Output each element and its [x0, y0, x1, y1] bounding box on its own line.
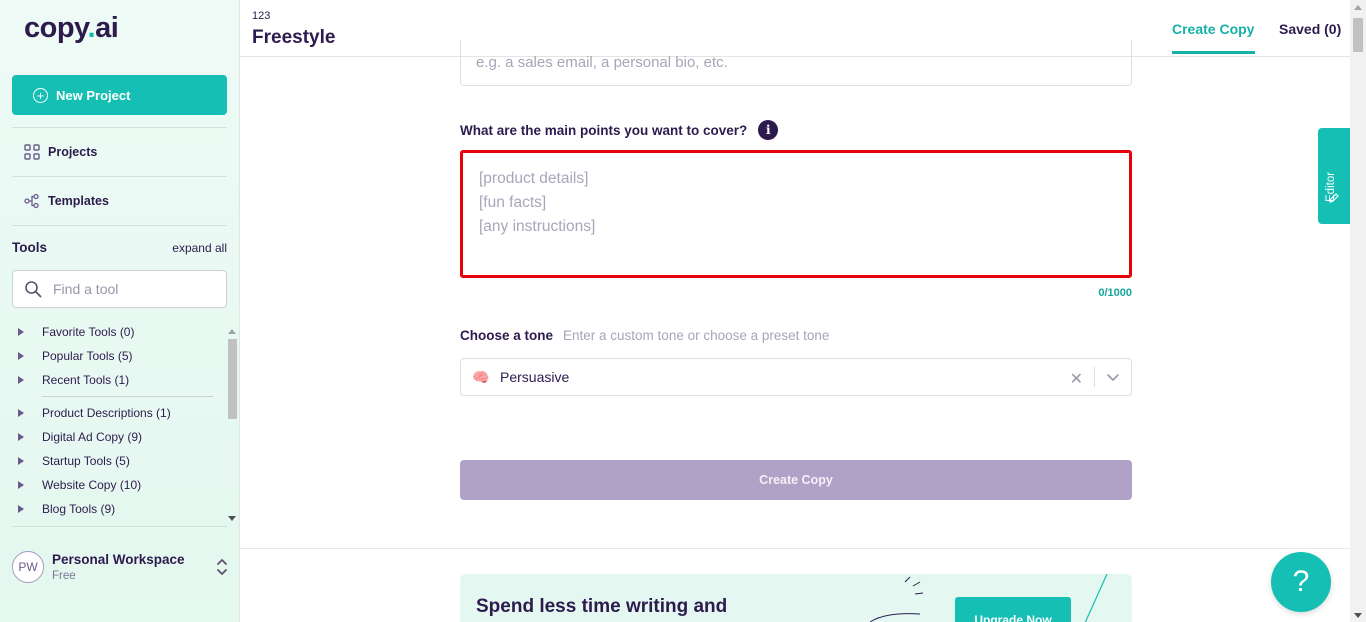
workspace-switcher[interactable]: PW Personal Workspace Free	[12, 545, 232, 589]
brain-icon: 🧠	[472, 368, 490, 385]
caret-right-icon	[18, 352, 24, 360]
scroll-thumb[interactable]	[1353, 18, 1363, 52]
help-button[interactable]: ?	[1271, 552, 1331, 612]
scroll-down-arrow-icon[interactable]	[1354, 613, 1362, 618]
main-points-label-row: What are the main points you want to cov…	[460, 120, 779, 140]
plus-circle-icon: +	[33, 87, 48, 103]
tool-group-label: Product Descriptions (1)	[42, 406, 171, 420]
description-input[interactable]: e.g. a sales email, a personal bio, etc.	[460, 40, 1132, 86]
sidebar-item-projects[interactable]: Projects	[24, 142, 97, 162]
caret-right-icon	[18, 457, 24, 465]
workspace-info: Personal Workspace Free	[52, 552, 185, 582]
sidebar-item-label: Projects	[48, 145, 98, 159]
tool-group-recent[interactable]: Recent Tools (1)	[12, 370, 129, 390]
tab-create-copy[interactable]: Create Copy	[1172, 21, 1254, 37]
tool-list-scrollbar[interactable]	[226, 326, 238, 523]
sidebar: copy.ai + New Project Projects Templates…	[0, 0, 240, 622]
tool-search[interactable]	[12, 270, 227, 308]
tools-header: Tools expand all	[12, 240, 227, 255]
tool-group-label: Favorite Tools (0)	[42, 325, 135, 339]
caret-right-icon	[18, 409, 24, 417]
scroll-up-arrow-icon[interactable]	[228, 329, 236, 334]
tool-group-label: Popular Tools (5)	[42, 349, 133, 363]
tone-label-row: Choose a tone Enter a custom tone or cho…	[460, 328, 829, 343]
select-separator	[1094, 367, 1095, 387]
caret-right-icon	[18, 328, 24, 336]
main-points-field[interactable]	[460, 150, 1132, 278]
section-divider	[240, 548, 1350, 549]
tool-group-label: Website Copy (10)	[42, 478, 142, 492]
tone-hint: Enter a custom tone or choose a preset t…	[563, 328, 830, 343]
divider	[42, 396, 213, 397]
new-project-button[interactable]: + New Project	[12, 75, 227, 115]
editor-tab-label: Editor	[1325, 171, 1337, 202]
caret-right-icon	[18, 433, 24, 441]
chevron-down-icon[interactable]	[1106, 370, 1120, 384]
page-scrollbar[interactable]	[1350, 0, 1366, 622]
tools-title: Tools	[12, 240, 47, 255]
upgrade-promo-banner: Spend less time writing and Upgrade Now	[460, 574, 1132, 622]
scroll-up-arrow-icon[interactable]	[1354, 5, 1362, 10]
caret-right-icon	[18, 376, 24, 384]
info-icon[interactable]: i	[758, 120, 779, 140]
divider	[12, 176, 227, 177]
tool-group-label: Recent Tools (1)	[42, 373, 130, 387]
logo-text-tail: ai	[95, 12, 119, 44]
clear-icon[interactable]: ✕	[1070, 369, 1083, 389]
chevron-up-down-icon	[217, 559, 227, 575]
tool-list: Favorite Tools (0) Popular Tools (5) Rec…	[12, 320, 226, 525]
tool-group-label: Startup Tools (5)	[42, 454, 130, 468]
workspace-plan: Free	[52, 570, 76, 582]
scroll-thumb[interactable]	[228, 339, 237, 419]
copyai-logo[interactable]: copy.ai	[24, 12, 119, 45]
main-points-label: What are the main points you want to cov…	[460, 122, 748, 138]
tool-group-favorite[interactable]: Favorite Tools (0)	[12, 322, 134, 342]
templates-icon	[24, 193, 39, 209]
active-tab-indicator	[1172, 51, 1255, 54]
main-points-textarea[interactable]	[479, 167, 1113, 261]
tool-group-blog-tools[interactable]: Blog Tools (9)	[12, 499, 115, 519]
tool-group-product-descriptions[interactable]: Product Descriptions (1)	[12, 403, 171, 423]
tool-group-startup-tools[interactable]: Startup Tools (5)	[12, 451, 130, 471]
tool-group-digital-ad-copy[interactable]: Digital Ad Copy (9)	[12, 427, 142, 447]
divider	[12, 526, 227, 527]
divider	[12, 127, 227, 128]
search-icon	[25, 281, 42, 298]
project-id: 123	[252, 10, 271, 22]
editor-side-tab[interactable]: Editor	[1318, 128, 1350, 224]
caret-right-icon	[18, 481, 24, 489]
sidebar-item-templates[interactable]: Templates	[24, 191, 109, 211]
logo-text: copy	[24, 12, 88, 44]
tone-selected-value: Persuasive	[500, 369, 570, 385]
tab-saved[interactable]: Saved (0)	[1279, 21, 1341, 37]
character-counter: 0/1000	[1098, 287, 1132, 299]
tool-group-label: Digital Ad Copy (9)	[42, 430, 143, 444]
workspace-name: Personal Workspace	[52, 552, 185, 567]
new-project-label: New Project	[56, 87, 131, 103]
tone-label: Choose a tone	[460, 328, 554, 343]
tone-select[interactable]: 🧠 Persuasive ✕	[460, 358, 1132, 396]
search-input[interactable]	[53, 281, 203, 297]
logo-dot: .	[87, 12, 96, 44]
create-copy-button[interactable]: Create Copy	[460, 460, 1132, 500]
scroll-down-arrow-icon[interactable]	[228, 516, 236, 521]
upgrade-now-button[interactable]: Upgrade Now	[955, 597, 1071, 622]
avatar: PW	[12, 551, 44, 583]
divider	[12, 225, 227, 226]
tool-group-website-copy[interactable]: Website Copy (10)	[12, 475, 141, 495]
caret-right-icon	[18, 505, 24, 513]
promo-headline: Spend less time writing and	[476, 596, 728, 617]
grid-icon	[24, 144, 40, 160]
tool-group-popular[interactable]: Popular Tools (5)	[12, 346, 133, 366]
page-title[interactable]: Freestyle	[252, 27, 335, 49]
expand-all-link[interactable]: expand all	[172, 241, 227, 255]
sidebar-item-label: Templates	[48, 194, 109, 208]
tool-group-label: Blog Tools (9)	[42, 502, 116, 516]
